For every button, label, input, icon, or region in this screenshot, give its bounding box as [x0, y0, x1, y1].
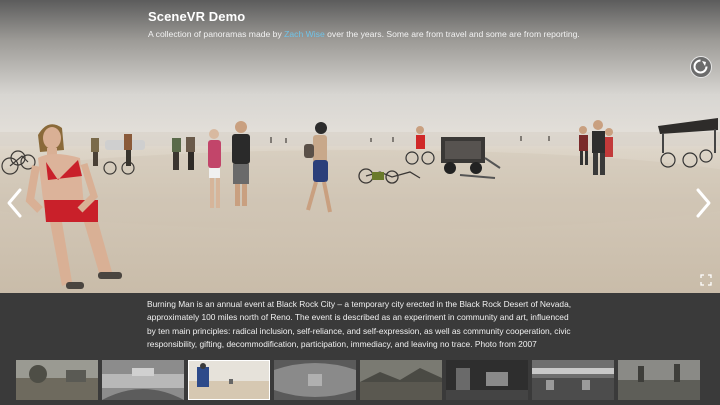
scene-caption: Burning Man is an annual event at Black … — [147, 299, 572, 349]
chevron-right-icon[interactable] — [694, 186, 714, 220]
thumbnail-strip — [16, 360, 706, 402]
compass-icon[interactable] — [690, 56, 712, 78]
panorama-viewport[interactable]: SceneVR Demo A collection of panoramas m… — [0, 0, 720, 293]
fullscreen-icon[interactable] — [700, 274, 712, 286]
page-subtitle: A collection of panoramas made by Zach W… — [148, 29, 580, 39]
thumbnail-4[interactable] — [274, 360, 356, 400]
chevron-left-icon[interactable] — [4, 186, 24, 220]
header: SceneVR Demo A collection of panoramas m… — [148, 9, 580, 39]
thumbnail-5[interactable] — [360, 360, 442, 400]
subtitle-text-before: A collection of panoramas made by — [148, 29, 285, 39]
thumbnail-8[interactable] — [618, 360, 700, 400]
compass-glyph — [693, 59, 708, 74]
thumbnail-6[interactable] — [446, 360, 528, 400]
scenevr-viewer: SceneVR Demo A collection of panoramas m… — [0, 0, 720, 405]
thumbnail-3[interactable] — [188, 360, 270, 400]
thumbnail-7[interactable] — [532, 360, 614, 400]
thumbnail-2[interactable] — [102, 360, 184, 400]
thumbnail-1[interactable] — [16, 360, 98, 400]
page-title: SceneVR Demo — [148, 9, 246, 24]
panorama-image[interactable] — [0, 0, 720, 293]
subtitle-text-after: over the years. Some are from travel and… — [324, 29, 580, 39]
author-link[interactable]: Zach Wise — [284, 29, 325, 39]
